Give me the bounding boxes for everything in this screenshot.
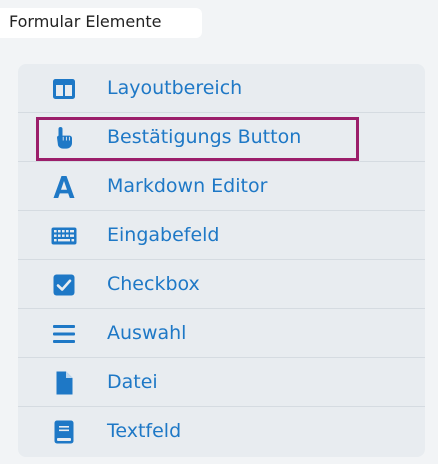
file-icon [51, 370, 77, 396]
book-icon [51, 419, 77, 445]
hand-pointer-icon [51, 125, 77, 151]
list-item-datei[interactable]: Datei [18, 358, 425, 407]
checkbox-icon [51, 272, 77, 298]
list-item-textfeld[interactable]: Textfeld [18, 407, 425, 456]
list-item-label: Markdown Editor [107, 175, 268, 197]
keyboard-icon [51, 223, 77, 249]
list-item-label: Bestätigungs Button [107, 126, 302, 148]
list-item-layoutbereich[interactable]: Layoutbereich [18, 64, 425, 113]
list-item-label: Auswahl [107, 322, 187, 344]
list-item-eingabefeld[interactable]: Eingabefeld [18, 211, 425, 260]
list-item-markdown-editor[interactable]: Markdown Editor [18, 162, 425, 211]
list-item-label: Textfeld [107, 420, 182, 442]
form-elements-list: Layoutbereich Bestätigungs Button Markdo… [18, 64, 425, 457]
list-item-label: Eingabefeld [107, 224, 220, 246]
list-item-label: Datei [107, 371, 158, 393]
list-icon [51, 321, 77, 347]
list-item-label: Layoutbereich [107, 77, 243, 99]
columns-icon [51, 76, 77, 102]
list-item-auswahl[interactable]: Auswahl [18, 309, 425, 358]
section-title: Formular Elemente [0, 8, 202, 38]
list-item-checkbox[interactable]: Checkbox [18, 260, 425, 309]
list-item-label: Checkbox [107, 273, 200, 295]
font-icon [51, 174, 77, 200]
list-item-bestaetigungs-button[interactable]: Bestätigungs Button [18, 113, 425, 162]
